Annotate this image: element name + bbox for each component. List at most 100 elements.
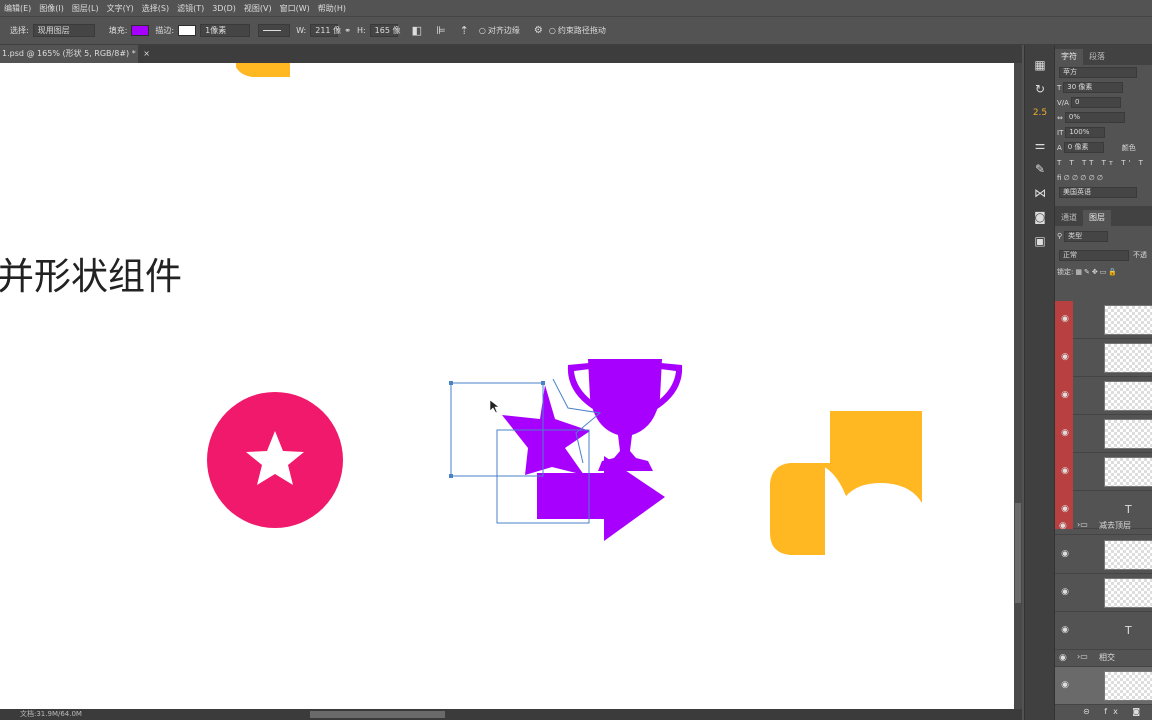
lock-icons[interactable]: ▦✎✥▭🔒 (1075, 268, 1119, 276)
scroll-thumb[interactable] (1015, 503, 1021, 603)
menu-filter[interactable]: 滤镜(T) (173, 3, 208, 14)
menu-edit[interactable]: 编辑(E) (0, 3, 35, 14)
path-alignment-icon[interactable]: ⊫ (436, 24, 446, 37)
status-bar: 文档:31.9M/64.0M (0, 709, 1022, 720)
layer-row[interactable]: ◉ (1055, 415, 1152, 453)
eye-icon[interactable]: ◉ (1059, 587, 1071, 597)
constrain-path-label: 约束路径拖动 (557, 26, 606, 35)
constrain-path-checkbox[interactable]: ○ (549, 26, 556, 35)
height-field[interactable]: 165 像 (369, 24, 400, 37)
width-field[interactable]: 211 像 (310, 24, 341, 37)
layer-row[interactable]: ◉ (1055, 301, 1152, 339)
document-tab-bar: 1.psd @ 165% (形状 5, RGB/8#) * × (0, 45, 1022, 63)
eye-icon[interactable]: ◉ (1059, 504, 1071, 514)
gold-square-shape[interactable] (815, 411, 922, 503)
vertical-scrollbar[interactable] (1014, 63, 1022, 709)
document-tab-title: 1.psd @ 165% (形状 5, RGB/8#) * (2, 49, 136, 58)
tab-layers[interactable]: 图层 (1083, 210, 1111, 226)
horizontal-scroll-thumb[interactable] (310, 711, 445, 718)
layer-group[interactable]: ◉ ›▭ 相交 (1055, 649, 1152, 667)
eye-icon[interactable]: ◉ (1059, 428, 1071, 438)
font-size-field[interactable]: 30 像素 (1063, 82, 1124, 93)
tab-character[interactable]: 字符 (1055, 49, 1083, 65)
layer-row[interactable]: ◉ (1055, 574, 1152, 612)
stamp-icon[interactable]: ◙ (1025, 205, 1055, 229)
text-layer-icon: T (1125, 503, 1132, 516)
font-size-icon: T (1057, 83, 1062, 92)
history-icon[interactable]: ↻ (1025, 77, 1055, 101)
group-name: 减去顶层 (1099, 521, 1131, 530)
grid-icon[interactable]: ▦ (1025, 53, 1055, 77)
menu-view[interactable]: 视图(V) (240, 3, 276, 14)
menu-layer[interactable]: 图层(L) (68, 3, 103, 14)
filter-kind-dropdown[interactable]: 类型 (1064, 230, 1109, 242)
path-operations-icon[interactable]: ◧ (412, 24, 422, 37)
eye-icon[interactable]: ◉ (1059, 653, 1067, 663)
layers-list: ◉ ◉ ◉ ◉ ◉ ◉ T ◉ ›▭ 减去顶层 ◉ ◉ ◉ T ◉ ›▭ 相交 ◉ ⊝ fx… (1055, 301, 1152, 720)
gold-partial-shape[interactable] (236, 63, 290, 77)
stroke-type-dropdown[interactable] (258, 24, 291, 37)
3d-icon[interactable]: 2.5 (1025, 101, 1055, 125)
menu-3d[interactable]: 3D(D) (208, 4, 240, 13)
tab-paragraph[interactable]: 段落 (1083, 49, 1111, 65)
canvas[interactable]: 并形状组件 (0, 63, 1014, 709)
layer-action-icons[interactable]: ⊝ fx ◙ ◐ (1083, 707, 1152, 716)
select-dropdown[interactable]: 现用图层 (32, 24, 95, 37)
eye-icon[interactable]: ◉ (1059, 625, 1071, 635)
text-layer-row[interactable]: ◉ T (1055, 612, 1152, 650)
fill-swatch[interactable] (131, 25, 150, 36)
document-tab[interactable]: 1.psd @ 165% (形状 5, RGB/8#) * × (0, 45, 150, 63)
layer-row[interactable]: ◉ (1055, 536, 1152, 574)
layer-group[interactable]: ◉ ›▭ 减去顶层 (1055, 517, 1152, 535)
eye-icon[interactable]: ◉ (1059, 314, 1071, 324)
layer-row-selected[interactable]: ◉ (1055, 667, 1152, 705)
kerning-field[interactable]: 0 (1070, 97, 1121, 108)
blend-mode-dropdown[interactable]: 正常 (1059, 249, 1129, 261)
h-label: H: (356, 26, 366, 35)
type-style-buttons[interactable]: T T TT Tт T' T (1055, 155, 1152, 170)
opentype-buttons[interactable]: fi ∅ ∅ ∅ ∅ ∅ (1055, 170, 1152, 185)
panel-icon-strip: ▦ ↻ 2.5 ⚌ ✎ ⋈ ◙ ▣ (1024, 45, 1054, 720)
transform-handle[interactable] (449, 474, 453, 478)
align-edges-checkbox[interactable]: ○ (479, 26, 486, 35)
gear-icon[interactable]: ⚙ (534, 25, 543, 36)
menu-help[interactable]: 帮助(H) (314, 3, 350, 14)
tab-channels[interactable]: 通道 (1055, 210, 1083, 226)
layer-row[interactable]: ◉ (1055, 339, 1152, 377)
vertical-scale-field[interactable]: 100% (1065, 127, 1106, 138)
baseline-field[interactable]: 0 像素 (1063, 142, 1104, 153)
transform-handle[interactable] (449, 381, 453, 385)
menu-type[interactable]: 文字(Y) (103, 3, 138, 14)
properties-icon[interactable]: ▣ (1025, 229, 1055, 253)
eye-icon[interactable]: ◉ (1059, 352, 1071, 362)
brush-icon[interactable]: ✎ (1025, 157, 1055, 181)
fill-label: 填充: (108, 26, 128, 35)
eye-icon[interactable]: ◉ (1059, 680, 1071, 690)
tracking-icon: ⇔ (1057, 113, 1063, 122)
eye-icon[interactable]: ◉ (1059, 549, 1071, 559)
close-icon[interactable]: × (143, 49, 150, 58)
eye-icon[interactable]: ◉ (1059, 466, 1071, 476)
tracking-field[interactable]: 0% (1064, 112, 1125, 123)
menu-window[interactable]: 窗口(W) (276, 3, 314, 14)
menu-image[interactable]: 图像(I) (35, 3, 68, 14)
language-dropdown[interactable]: 美国英语 (1059, 187, 1137, 198)
link-icon[interactable]: ⚭ (344, 26, 351, 35)
paths-icon[interactable]: ⋈ (1025, 181, 1055, 205)
stroke-swatch[interactable] (178, 25, 197, 36)
stroke-width-field[interactable]: 1像素 (200, 24, 251, 37)
eye-icon[interactable]: ◉ (1059, 390, 1071, 400)
layer-row[interactable]: ◉ (1055, 453, 1152, 491)
font-family-dropdown[interactable]: 苹方 (1059, 67, 1137, 78)
transform-handle[interactable] (541, 381, 545, 385)
trophy-shape[interactable] (567, 359, 683, 471)
path-arrangement-icon[interactable]: ⇡ (460, 24, 469, 37)
page-heading: 并形状组件 (0, 255, 182, 298)
eye-icon[interactable]: ◉ (1059, 521, 1067, 531)
layer-row[interactable]: ◉ (1055, 377, 1152, 415)
menu-select[interactable]: 选择(S) (138, 3, 173, 14)
gold-rounded-shape[interactable] (770, 463, 825, 555)
kerning-icon: V/A (1057, 98, 1069, 107)
adjustments-icon[interactable]: ⚌ (1025, 133, 1055, 157)
baseline-icon: A (1057, 143, 1062, 152)
